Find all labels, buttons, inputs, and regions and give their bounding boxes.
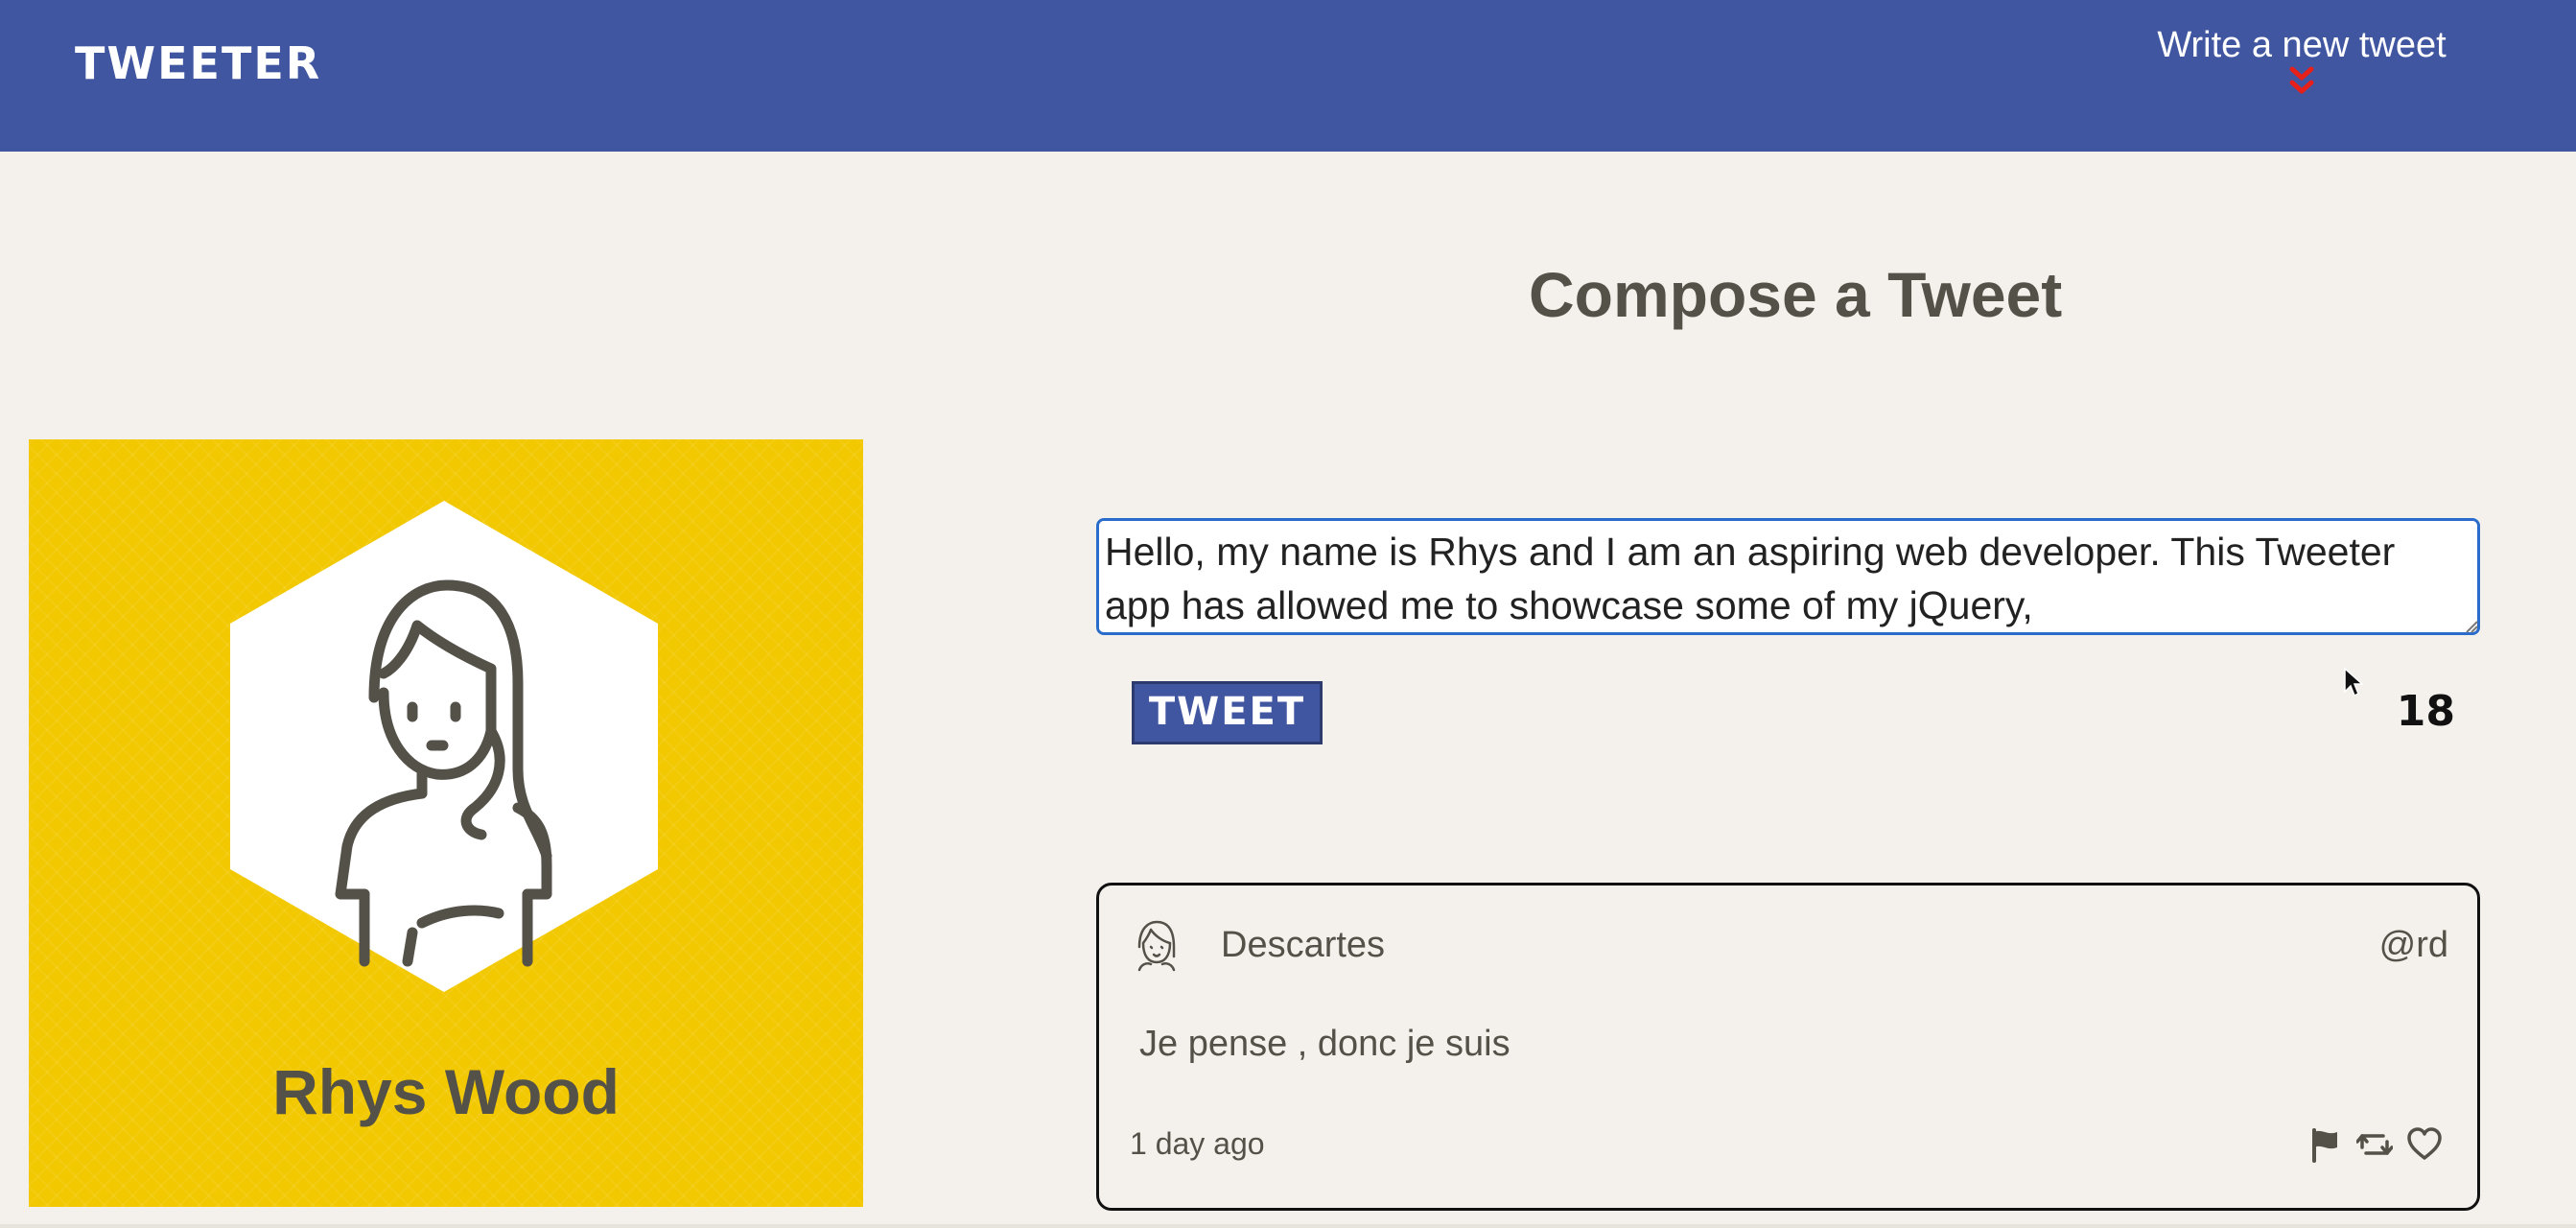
- flag-icon[interactable]: [2307, 1126, 2343, 1163]
- character-counter: 18: [2396, 687, 2455, 736]
- tweet-button[interactable]: TWEET: [1132, 681, 1323, 744]
- tweet-timestamp: 1 day ago: [1130, 1126, 1265, 1161]
- compose-title: Compose a Tweet: [1529, 259, 2063, 330]
- retweet-icon[interactable]: [2355, 1126, 2394, 1163]
- page-bottom-edge: [0, 1224, 2576, 1228]
- tweet-handle: @rd: [2378, 925, 2448, 965]
- tweet-card: Descartes @rd Je pense , donc je suis 1 …: [1096, 883, 2480, 1211]
- top-navbar: TWEETER Write a new tweet: [0, 0, 2576, 152]
- mouse-cursor-icon: [2344, 667, 2364, 697]
- tweet-author: Descartes: [1221, 925, 1386, 965]
- avatar-hexagon-icon: [230, 501, 658, 992]
- tweet-content: Je pense , donc je suis: [1139, 1024, 1510, 1064]
- write-new-tweet-toggle[interactable]: Write a new tweet: [2148, 21, 2455, 100]
- heart-icon[interactable]: [2406, 1126, 2443, 1163]
- tweet-textarea[interactable]: [1096, 518, 2480, 635]
- profile-card: Rhys Wood: [29, 439, 863, 1207]
- double-chevron-down-icon[interactable]: [2283, 65, 2321, 100]
- brand-logo[interactable]: TWEETER: [75, 36, 321, 90]
- avatar: [1137, 920, 1176, 972]
- tweet-actions: [2307, 1123, 2443, 1166]
- profile-name: Rhys Wood: [272, 1056, 620, 1127]
- write-new-tweet-label[interactable]: Write a new tweet: [2148, 21, 2455, 69]
- resize-grip-icon[interactable]: [2463, 618, 2478, 633]
